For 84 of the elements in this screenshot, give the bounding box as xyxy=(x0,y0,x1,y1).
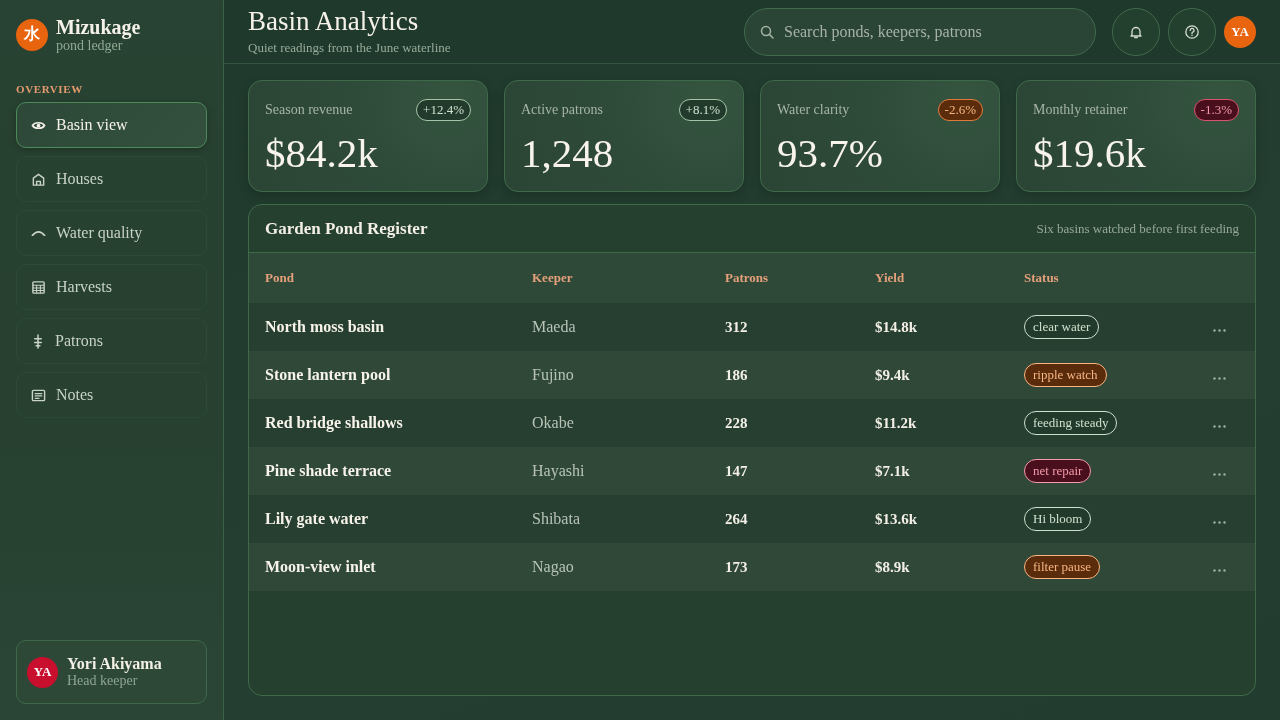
keeper-cell: Okabe xyxy=(532,414,574,432)
column-header: Pond xyxy=(265,270,294,286)
keeper-cell: Nagao xyxy=(532,558,574,576)
notifications-button[interactable] xyxy=(1112,7,1160,56)
calendar-icon xyxy=(31,279,46,295)
page-title: Basin Analytics xyxy=(248,7,419,37)
patrons-cell: 173 xyxy=(725,558,748,576)
change-pill: +8.1% xyxy=(678,99,727,121)
status-tag: clear water xyxy=(1024,315,1100,339)
house-icon xyxy=(31,171,46,187)
yield-cell: $7.1k xyxy=(875,462,910,480)
yield-cell: $14.8k xyxy=(875,318,918,336)
sidebar-item[interactable]: Water quality xyxy=(16,210,207,257)
column-header: Patrons xyxy=(725,270,769,286)
panel-title: Garden Pond Register xyxy=(265,218,428,239)
bell-icon xyxy=(1129,24,1143,39)
sidebar-item[interactable]: Houses xyxy=(16,156,207,203)
pond-cell: Pine shade terrace xyxy=(265,462,392,480)
sidebar-item[interactable]: Harvests xyxy=(16,264,207,311)
stat-label: Monthly retainer xyxy=(1033,102,1128,118)
more-icon xyxy=(1212,328,1226,332)
pond-cell: Stone lantern pool xyxy=(265,366,391,384)
section-label: OVERVIEW xyxy=(16,83,83,96)
pond-cell: Red bridge shallows xyxy=(265,414,403,432)
pond-cell: Lily gate water xyxy=(265,510,369,528)
yield-cell: $13.6k xyxy=(875,510,918,528)
user-avatar: YA xyxy=(27,656,58,688)
table-row[interactable]: Moon-view inlet Nagao 173 $8.9k filter pause xyxy=(249,543,1255,591)
keeper-cell: Hayashi xyxy=(532,462,585,480)
stat-value: 1,248 xyxy=(521,133,614,174)
table-row[interactable]: Pine shade terrace Hayashi 147 $7.1k net repair xyxy=(249,447,1255,495)
pond-cell: Moon-view inlet xyxy=(265,558,376,576)
stat-label: Water clarity xyxy=(777,102,850,118)
more-icon xyxy=(1212,376,1226,380)
help-button[interactable] xyxy=(1168,7,1216,56)
stat-value: $84.2k xyxy=(265,133,378,174)
logo-badge: 水 xyxy=(16,18,48,51)
change-pill: -1.3% xyxy=(1193,99,1239,121)
search-field[interactable]: Search ponds, keepers, patrons xyxy=(744,7,1096,56)
sidebar-item[interactable]: Basin view xyxy=(16,102,207,149)
arch-icon xyxy=(31,230,46,237)
status-tag: ripple watch xyxy=(1024,363,1107,387)
column-header: Status xyxy=(1024,270,1059,286)
column-header: Yield xyxy=(875,270,905,286)
sidebar-item[interactable]: Notes xyxy=(16,372,207,419)
patrons-cell: 228 xyxy=(725,414,748,432)
pine-icon xyxy=(33,333,43,349)
more-icon xyxy=(1212,520,1226,524)
stat-label: Active patrons xyxy=(521,102,604,118)
notes-icon xyxy=(31,387,46,403)
patrons-cell: 147 xyxy=(725,462,748,480)
help-icon xyxy=(1185,24,1199,39)
change-pill: -2.6% xyxy=(937,99,983,121)
status-tag: filter pause xyxy=(1024,555,1101,579)
column-header: Keeper xyxy=(532,270,573,286)
user-name: Yori Akiyama xyxy=(67,654,162,674)
keeper-cell: Shibata xyxy=(532,510,580,528)
keeper-cell: Fujino xyxy=(532,366,574,384)
page-subtitle: Quiet readings from the June waterline xyxy=(248,39,451,56)
user-role: Head keeper xyxy=(67,673,138,690)
table-row[interactable]: Stone lantern pool Fujino 186 $9.4k ripple watch xyxy=(249,351,1255,399)
panel-note: Six basins watched before first feeding xyxy=(1036,220,1239,237)
yield-cell: $9.4k xyxy=(875,366,910,384)
patrons-cell: 186 xyxy=(725,366,748,384)
yield-cell: $8.9k xyxy=(875,558,910,576)
stat-value: $19.6k xyxy=(1033,133,1146,174)
change-pill: +12.4% xyxy=(416,99,471,121)
more-icon xyxy=(1212,472,1226,476)
status-tag: feeding steady xyxy=(1024,411,1118,435)
status-tag: Hi bloom xyxy=(1024,507,1092,531)
stat-value: 93.7% xyxy=(777,133,883,174)
patrons-cell: 264 xyxy=(725,510,748,528)
stat-label: Season revenue xyxy=(265,102,353,118)
status-tag: net repair xyxy=(1024,459,1092,483)
yield-cell: $11.2k xyxy=(875,414,917,432)
pond-cell: North moss basin xyxy=(265,318,385,336)
brand-name: Mizukage xyxy=(56,16,141,38)
more-icon xyxy=(1212,424,1226,428)
sidebar-item[interactable]: Patrons xyxy=(16,318,207,365)
search-icon xyxy=(760,24,774,39)
patrons-cell: 312 xyxy=(725,318,748,336)
keeper-cell: Maeda xyxy=(532,318,576,336)
brand-tagline: pond ledger xyxy=(56,38,123,54)
more-icon xyxy=(1212,568,1226,572)
